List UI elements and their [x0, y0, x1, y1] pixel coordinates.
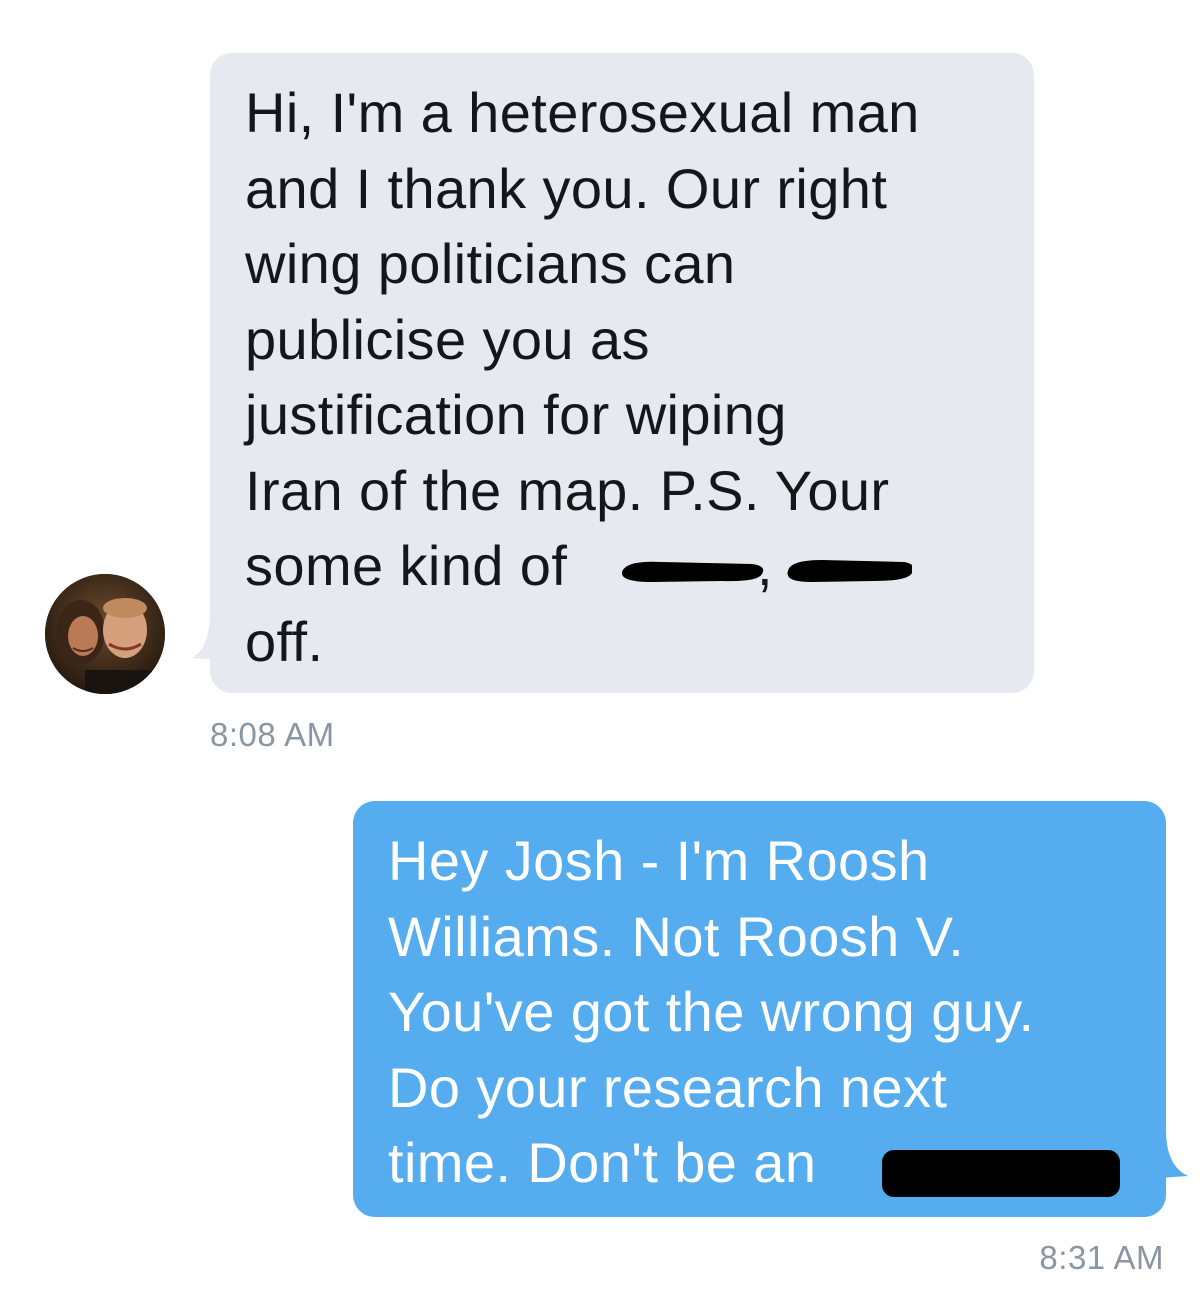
incoming-line-6: Iran of the map. P.S. Your: [245, 458, 890, 522]
incoming-line-5: justification for wiping: [245, 383, 787, 446]
incoming-line-4: publicise you as: [245, 307, 650, 371]
outgoing-message-text: Hey Josh - I'm Roosh Williams. Not Roosh …: [388, 823, 1034, 1201]
outgoing-line-3: You've got the wrong guy.: [388, 980, 1035, 1043]
incoming-line-8: off.: [245, 609, 324, 673]
outgoing-line-4: Do your research next: [388, 1055, 948, 1119]
dm-conversation: Hi, I'm a heterosexual man and I thank yo…: [0, 0, 1200, 1311]
incoming-line-2: and I thank you. Our right: [245, 156, 888, 220]
outgoing-line-2: Williams. Not Roosh V.: [388, 904, 965, 968]
incoming-timestamp: 8:08 AM: [210, 716, 335, 753]
redaction-comma: ,: [757, 534, 773, 597]
profile-photo-avatar-icon: [45, 574, 165, 694]
redaction-bar: [882, 1150, 1120, 1197]
outgoing-timestamp: 8:31 AM: [1039, 1239, 1164, 1276]
outgoing-line-1: Hey Josh - I'm Roosh: [388, 829, 930, 892]
incoming-line-1: Hi, I'm a heterosexual man: [245, 81, 920, 144]
incoming-line-3: wing politicians can: [245, 232, 736, 295]
sender-avatar[interactable]: [45, 574, 165, 694]
